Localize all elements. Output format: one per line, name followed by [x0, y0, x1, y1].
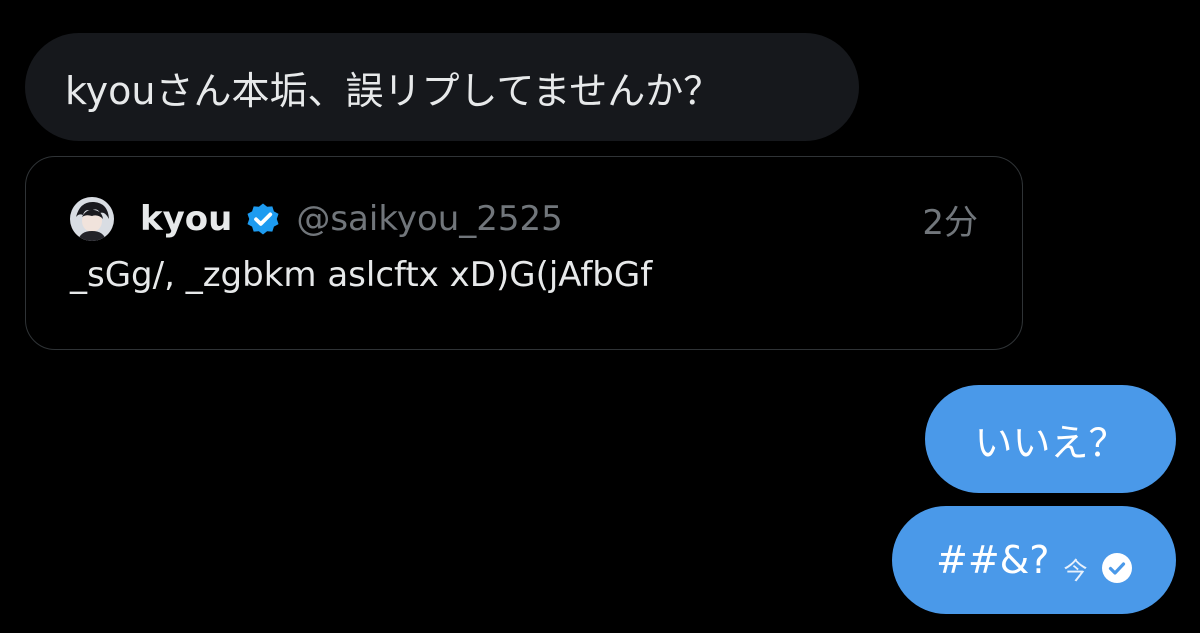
- quoted-post-time: 2分: [922, 202, 978, 243]
- avatar-image: [70, 197, 114, 241]
- quoted-author-handle: @saikyou_2525: [296, 199, 563, 239]
- avatar[interactable]: [70, 197, 114, 241]
- read-check-icon: [1102, 553, 1133, 583]
- quoted-post-card[interactable]: kyou @saikyou_2525 2分 _sGg/, _zgbkm aslc…: [25, 156, 1023, 350]
- sent-message-text: いいえ？: [974, 420, 1127, 465]
- sent-message-text: ##&?: [936, 538, 1050, 582]
- received-message-text: kyouさん本垢、誤リプしてませんか？: [65, 68, 722, 113]
- sent-message-bubble[interactable]: いいえ？: [925, 385, 1176, 493]
- message-timestamp: 今: [1063, 556, 1088, 585]
- quoted-post-header: kyou @saikyou_2525 2分: [70, 193, 978, 245]
- verified-badge-icon: [247, 203, 279, 235]
- quoted-author-name: kyou: [140, 199, 233, 239]
- received-message-bubble[interactable]: kyouさん本垢、誤リプしてませんか？: [25, 33, 859, 141]
- quoted-post-text: _sGg/, _zgbkm aslcftx xD)G(jAfbGf: [70, 255, 653, 295]
- sent-message-bubble[interactable]: ##&? 今: [892, 506, 1176, 614]
